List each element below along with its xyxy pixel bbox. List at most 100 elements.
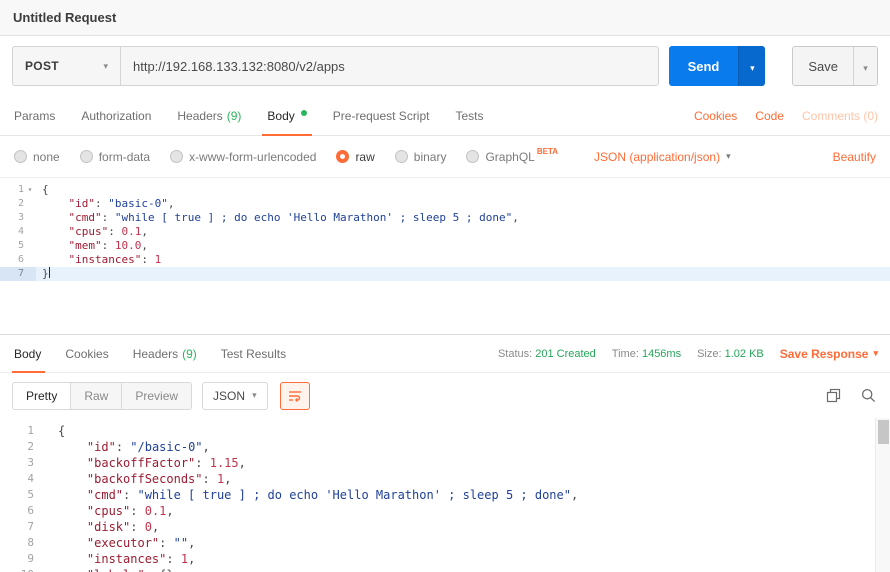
code-line-2: 2 "id": "basic-0", bbox=[0, 197, 890, 211]
content-type-select[interactable]: JSON (application/json) ▾ bbox=[594, 150, 731, 164]
save-button[interactable]: Save bbox=[793, 47, 853, 85]
scrollbar-thumb[interactable] bbox=[878, 420, 889, 444]
view-tab-raw[interactable]: Raw bbox=[71, 383, 122, 409]
meta-size: Size: 1.02 KB bbox=[697, 348, 764, 360]
method-label: POST bbox=[25, 59, 59, 73]
tab-label: Tests bbox=[455, 109, 483, 123]
radio-icon bbox=[170, 150, 183, 163]
method-select[interactable]: POST ▾ bbox=[13, 47, 121, 85]
radio-icon bbox=[395, 150, 408, 163]
body-type-form-data[interactable]: form-data bbox=[80, 150, 150, 164]
code-line-9: 9 "instances": 1, bbox=[0, 551, 890, 567]
tab-label: Headers bbox=[133, 347, 178, 361]
response-tabs: Body Cookies Headers(9)Test Results bbox=[12, 335, 298, 372]
code-text: "instances": 1 bbox=[36, 253, 890, 267]
chevron-down-icon: ▾ bbox=[873, 349, 878, 358]
content-type-label: JSON (application/json) bbox=[594, 150, 720, 164]
send-button[interactable]: Send bbox=[669, 46, 739, 86]
request-title: Untitled Request bbox=[13, 10, 116, 25]
response-toolbar-right bbox=[824, 386, 878, 405]
url-input[interactable]: http://192.168.133.132:8080/v2/apps bbox=[121, 47, 658, 85]
link-code[interactable]: Code bbox=[755, 109, 784, 123]
copy-icon bbox=[826, 388, 841, 403]
code-line-5: 5 "cmd": "while [ true ] ; do echo 'Hell… bbox=[0, 487, 890, 503]
code-line-6: 6 "cpus": 0.1, bbox=[0, 503, 890, 519]
code-line-7: 7 "disk": 0, bbox=[0, 519, 890, 535]
response-format-select[interactable]: JSON ▾ bbox=[202, 382, 268, 410]
radio-label: binary bbox=[414, 150, 447, 164]
code-text: { bbox=[46, 423, 890, 439]
tab-headers[interactable]: Headers(9) bbox=[164, 96, 254, 135]
response-body-code[interactable]: 1{2 "id": "/basic-0",3 "backoffFactor": … bbox=[0, 423, 890, 572]
wrap-text-button[interactable] bbox=[280, 382, 310, 410]
view-tab-preview[interactable]: Preview bbox=[122, 383, 191, 409]
response-tab-body[interactable]: Body bbox=[12, 335, 53, 372]
code-line-8: 8 "executor": "", bbox=[0, 535, 890, 551]
body-type-none[interactable]: none bbox=[14, 150, 60, 164]
link-cookies[interactable]: Cookies bbox=[694, 109, 737, 123]
tab-label: Body bbox=[267, 109, 294, 123]
code-text: "cmd": "while [ true ] ; do echo 'Hello … bbox=[46, 487, 890, 503]
request-tabs: Params Authorization Headers(9) Body Pre-req… bbox=[12, 96, 497, 135]
radio-label: form-data bbox=[99, 150, 150, 164]
tab-label: Headers bbox=[177, 109, 222, 123]
response-tab-cookies[interactable]: Cookies bbox=[53, 335, 120, 372]
view-tab-pretty[interactable]: Pretty bbox=[13, 383, 71, 409]
code-line-5: 5 "mem": 10.0, bbox=[0, 239, 890, 253]
line-number: 10 bbox=[0, 567, 46, 572]
tab-authorization[interactable]: Authorization bbox=[68, 96, 164, 135]
line-number: 2 bbox=[0, 439, 46, 455]
copy-button[interactable] bbox=[824, 386, 843, 405]
meta-time: Time: 1456ms bbox=[612, 348, 681, 360]
request-body-editor[interactable]: 1▾{2 "id": "basic-0",3 "cmd": "while [ t… bbox=[0, 178, 890, 334]
response-scrollbar[interactable] bbox=[875, 418, 890, 572]
tab-tests[interactable]: Tests bbox=[442, 96, 496, 135]
tab-body[interactable]: Body bbox=[254, 96, 319, 135]
line-number: 7 bbox=[0, 267, 36, 281]
code-line-1: 1▾{ bbox=[0, 183, 890, 197]
code-line-4: 4 "backoffSeconds": 1, bbox=[0, 471, 890, 487]
code-text: "id": "basic-0", bbox=[36, 197, 890, 211]
meta-label: Status: bbox=[498, 348, 535, 360]
line-number: 7 bbox=[0, 519, 46, 535]
line-number: 1 bbox=[0, 423, 46, 439]
body-type-raw[interactable]: raw bbox=[336, 150, 374, 164]
line-number: 4 bbox=[0, 225, 36, 239]
meta-value: 1456ms bbox=[642, 348, 681, 360]
tab-pre-request-script[interactable]: Pre-request Script bbox=[320, 96, 443, 135]
beta-badge: BETA bbox=[537, 147, 558, 156]
save-response-button[interactable]: Save Response ▾ bbox=[780, 347, 878, 361]
code-line-1: 1{ bbox=[0, 423, 890, 439]
code-text: "instances": 1, bbox=[46, 551, 890, 567]
code-text: "id": "/basic-0", bbox=[46, 439, 890, 455]
code-line-2: 2 "id": "/basic-0", bbox=[0, 439, 890, 455]
link-comments-0[interactable]: Comments (0) bbox=[802, 109, 878, 123]
code-text: "executor": "", bbox=[46, 535, 890, 551]
save-options-button[interactable]: ▾ bbox=[853, 47, 877, 85]
url-group: POST ▾ http://192.168.133.132:8080/v2/ap… bbox=[12, 46, 659, 86]
code-text: "backoffSeconds": 1, bbox=[46, 471, 890, 487]
tab-label: Params bbox=[14, 109, 55, 123]
body-type-graphql[interactable]: GraphQLBETA bbox=[466, 150, 558, 164]
body-options-row: none form-data x-www-form-urlencoded raw bin… bbox=[0, 136, 890, 178]
app-root: Untitled Request POST ▾ http://192.168.1… bbox=[0, 0, 890, 572]
response-tab-headers[interactable]: Headers(9) bbox=[121, 335, 209, 372]
code-line-7: 7} bbox=[0, 267, 890, 281]
send-options-button[interactable]: ▾ bbox=[738, 46, 765, 86]
body-type-x-www-form-urlencoded[interactable]: x-www-form-urlencoded bbox=[170, 150, 316, 164]
code-line-6: 6 "instances": 1 bbox=[0, 253, 890, 267]
beautify-link[interactable]: Beautify bbox=[833, 150, 876, 164]
radio-label: raw bbox=[355, 150, 374, 164]
code-text: "mem": 10.0, bbox=[36, 239, 890, 253]
code-line-3: 3 "cmd": "while [ true ] ; do echo 'Hell… bbox=[0, 211, 890, 225]
line-number: 6 bbox=[0, 503, 46, 519]
line-number: 1▾ bbox=[0, 183, 36, 197]
tab-params[interactable]: Params bbox=[12, 96, 68, 135]
search-button[interactable] bbox=[859, 386, 878, 405]
body-type-binary[interactable]: binary bbox=[395, 150, 447, 164]
response-header: Body Cookies Headers(9)Test Results Status… bbox=[0, 335, 890, 373]
tab-label: Authorization bbox=[81, 109, 151, 123]
response-tab-test-results[interactable]: Test Results bbox=[209, 335, 298, 372]
chevron-down-icon: ▾ bbox=[750, 63, 755, 73]
tab-label: Cookies bbox=[65, 347, 108, 361]
